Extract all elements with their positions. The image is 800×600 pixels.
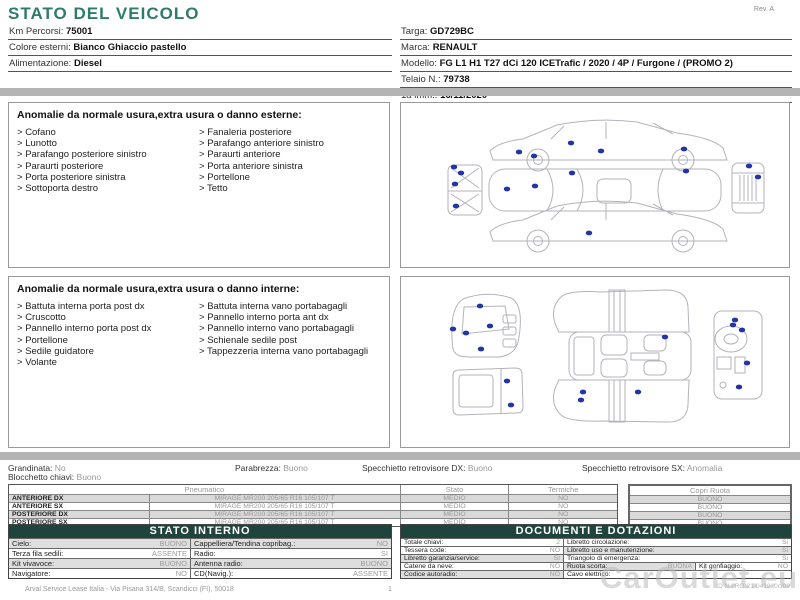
list-item: Battuta interna porta post dx [17, 301, 199, 312]
list-item: Porta posteriore sinistra [17, 172, 199, 183]
column-header-stato: Stato [399, 485, 509, 494]
field-colore-esterni: Colore esterni: Bianco Ghiaccio pastello [8, 40, 392, 56]
revision-label: Rev. A [753, 6, 774, 13]
damage-markers [450, 140, 762, 236]
table-cell: BUONO [630, 511, 790, 519]
car-interior-schematic [449, 289, 763, 423]
list-item: Sedile guidatore [17, 346, 199, 357]
table-cell: BUONO [630, 495, 790, 503]
table-row: Cielo: BUONO Cappelliera/Tendina copriba… [9, 538, 391, 548]
list-item: Parafango posteriore sinistro [17, 149, 199, 160]
divider-bar [0, 452, 800, 460]
list-item: Tappezzeria interna vano portabagagli [199, 346, 381, 357]
column-header-termiche: Termiche [508, 485, 617, 494]
interior-anomalies-box: Anomalie da normale usura,extra usura o … [8, 276, 390, 448]
copri-ruota-table: Copri Ruota BUONO BUONO BUONO BUONO [628, 484, 792, 529]
tire-table: Pneumatico Stato Termiche ANTERIORE DX M… [8, 484, 618, 527]
stato-interno-title: STATO INTERNO [9, 525, 391, 538]
table-row: ANTERIORE SX MIRAGE MR200 205/65 R16 105… [9, 502, 617, 510]
table-cell: BUONO [630, 503, 790, 511]
list-item: Parafango anteriore sinistro [199, 138, 381, 149]
list-item: Portellone [17, 335, 199, 346]
exterior-anomalies-col1: Cofano Lunotto Parafango posteriore sini… [17, 127, 199, 194]
list-item: Cruscotto [17, 312, 199, 323]
exterior-anomalies-col2: Fanaleria posteriore Parafango anteriore… [199, 127, 381, 194]
list-item: Pannello interno vano portabagagli [199, 323, 381, 334]
exterior-damage-diagram [400, 102, 790, 268]
list-item: Sottoporta destro [17, 183, 199, 194]
footer-company-address: Arval Service Lease Italia - Via Pisana … [25, 586, 234, 593]
field-targa: Targa: GD729BC [400, 24, 792, 40]
damage-markers [449, 303, 751, 408]
interior-anomalies-col1: Battuta interna porta post dx Cruscotto … [17, 301, 199, 368]
list-item: Pannello interno porta ant dx [199, 312, 381, 323]
divider-bar [0, 88, 800, 96]
table-row: ANTERIORE DX MIRAGE MR200 205/65 R16 105… [9, 494, 617, 502]
table-row: Kit vivavoce: BUONO Antenna radio: BUONO [9, 558, 391, 568]
table-row: Tessera code: NO Libretto uso e manutenz… [401, 546, 791, 554]
tire-table-header: Pneumatico Stato Termiche [9, 485, 617, 494]
car-exterior-schematic [447, 119, 765, 253]
list-item: Porta anteriore sinistra [199, 161, 381, 172]
list-item: Lunotto [17, 138, 199, 149]
list-item: Schienale sedile post [199, 335, 381, 346]
interior-damage-diagram [400, 276, 790, 448]
list-item: Battuta interna vano portabagagli [199, 301, 381, 312]
field-km-percorsi: Km Percorsi: 75001 [8, 24, 392, 40]
stato-interno-table: STATO INTERNO Cielo: BUONO Cappelliera/T… [8, 524, 392, 579]
interior-anomalies-col2: Battuta interna vano portabagagli Pannel… [199, 301, 381, 368]
list-item: Paraurti anteriore [199, 149, 381, 160]
exterior-anomalies-heading: Anomalie da normale usura,extra usura o … [17, 109, 302, 121]
field-specchietto-sx: Specchietto retrovisore SX: Anomalia [582, 463, 723, 473]
page-title: STATO DEL VEICOLO [8, 4, 200, 23]
table-row: Navigatore: NO CD(Navig.): ASSENTE [9, 568, 391, 578]
field-marca: Marca: RENAULT [400, 40, 792, 56]
field-blocchetto-chiavi: Blocchetto chiavi: Buono [8, 472, 102, 482]
list-item: Volante [17, 357, 199, 368]
field-modello: Modello: FG L1 H1 T27 dCi 120 ICETrafic … [400, 56, 792, 72]
documenti-dotazioni-title: DOCUMENTI E DOTAZIONI [401, 525, 791, 538]
table-row: Terza fila sedili: ASSENTE Radio: SI [9, 548, 391, 558]
column-header-pneumatico: Pneumatico [184, 485, 225, 494]
interior-anomalies-heading: Anomalie da normale usura,extra usura o … [17, 283, 300, 295]
list-item: Paraurti posteriore [17, 161, 199, 172]
footer-page-number: 1 [388, 586, 392, 593]
field-specchietto-dx: Specchietto retrovisore DX: Buono [362, 463, 493, 473]
table-row: Totale chiavi: 2 Libretto circolazione: … [401, 538, 791, 546]
list-item: Tetto [199, 183, 381, 194]
field-telaio: Telaio N.: 79738 [400, 72, 792, 88]
caroutlet-watermark: CarOutlet.eu [599, 560, 798, 595]
field-alimentazione: Alimentazione: Diesel [8, 56, 392, 72]
vehicle-info-left: Km Percorsi: 75001 Colore esterni: Bianc… [8, 24, 392, 72]
field-parabrezza: Parabrezza: Buono [235, 463, 308, 473]
table-row: POSTERIORE DX MIRAGE MR200 205/65 R16 10… [9, 510, 617, 518]
list-item: Cofano [17, 127, 199, 138]
exterior-anomalies-box: Anomalie da normale usura,extra usura o … [8, 102, 390, 268]
list-item: Fanaleria posteriore [199, 127, 381, 138]
list-item: Pannello interno porta post dx [17, 323, 199, 334]
column-header-copri-ruota: Copri Ruota [689, 486, 731, 495]
vehicle-report-page: STATO DEL VEICOLO Rev. A Km Percorsi: 75… [0, 0, 800, 600]
list-item: Portellone [199, 172, 381, 183]
